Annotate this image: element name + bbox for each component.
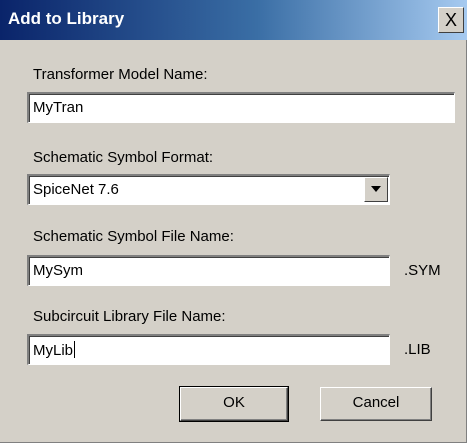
symbol-format-select[interactable]: SpiceNet 7.6 <box>27 174 390 205</box>
symbol-file-extension: .SYM <box>404 262 441 279</box>
close-icon: X <box>444 10 457 30</box>
symbol-file-value: MySym <box>33 262 83 279</box>
add-to-library-dialog: Add to Library X Transformer Model Name:… <box>0 0 467 443</box>
ok-button[interactable]: OK <box>179 386 289 422</box>
library-file-value: MyLib <box>33 342 74 359</box>
close-button[interactable]: X <box>438 7 464 33</box>
library-file-label: Subcircuit Library File Name: <box>33 308 226 325</box>
dialog-title: Add to Library <box>8 9 125 28</box>
library-file-extension: .LIB <box>404 341 431 358</box>
model-name-label: Transformer Model Name: <box>33 66 208 83</box>
title-bar[interactable]: Add to Library X <box>0 0 467 40</box>
chevron-down-icon[interactable] <box>364 177 388 202</box>
library-file-input[interactable]: MyLib <box>27 334 390 365</box>
symbol-format-selected: SpiceNet 7.6 <box>33 181 119 198</box>
model-name-input[interactable]: MyTran <box>27 92 455 123</box>
symbol-format-label: Schematic Symbol Format: <box>33 149 214 166</box>
symbol-file-label: Schematic Symbol File Name: <box>33 228 234 245</box>
symbol-file-input[interactable]: MySym <box>27 255 390 286</box>
model-name-value: MyTran <box>33 99 84 116</box>
text-cursor <box>74 341 76 358</box>
cancel-button[interactable]: Cancel <box>320 387 432 421</box>
